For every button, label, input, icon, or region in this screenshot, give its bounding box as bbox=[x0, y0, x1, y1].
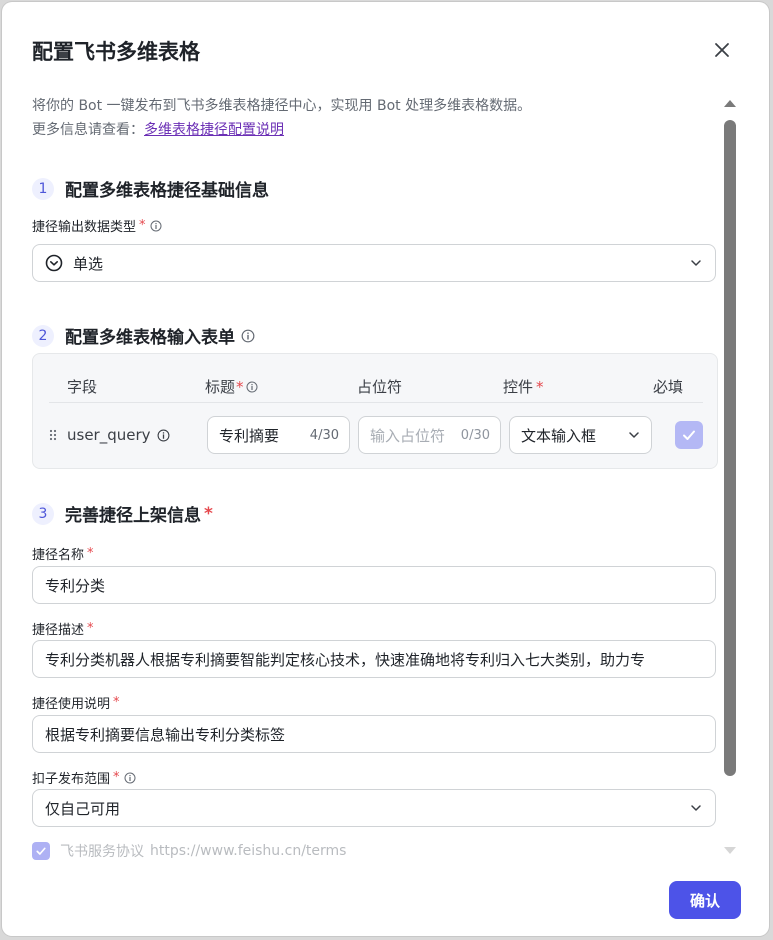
chevron-down-icon bbox=[689, 801, 703, 819]
column-header-required: 必填 bbox=[653, 378, 684, 396]
section-3-header: 3 完善捷径上架信息 * bbox=[32, 501, 213, 526]
column-header-control: 控件 * bbox=[503, 377, 544, 397]
step-badge-1: 1 bbox=[32, 177, 54, 200]
scroll-down-arrow-icon bbox=[724, 847, 736, 854]
publish-scope-label: 扣子发布范围 * bbox=[32, 768, 136, 787]
title-char-count: 4/30 bbox=[309, 427, 339, 443]
info-icon[interactable] bbox=[124, 772, 136, 784]
section-3-title: 完善捷径上架信息 bbox=[65, 506, 201, 526]
single-select-icon bbox=[45, 254, 63, 272]
info-icon[interactable] bbox=[157, 429, 170, 442]
step-badge-3: 3 bbox=[32, 502, 54, 525]
required-checkbox[interactable] bbox=[675, 421, 703, 449]
feishu-bitable-config-dialog: 配置飞书多维表格 将你的 Bot 一键发布到飞书多维表格捷径中心，实现用 Bot… bbox=[2, 2, 769, 936]
info-icon[interactable] bbox=[150, 220, 162, 232]
section-2-header: 2 配置多维表格输入表单 bbox=[32, 323, 255, 348]
info-icon[interactable] bbox=[246, 381, 258, 393]
description-line-2: 更多信息请查看：多维表格捷径配置说明 bbox=[32, 118, 531, 142]
terms-checkbox[interactable] bbox=[32, 842, 50, 860]
info-icon[interactable] bbox=[241, 329, 255, 343]
description-prefix: 更多信息请查看： bbox=[32, 122, 144, 138]
control-type-select[interactable]: 文本输入框 bbox=[509, 416, 652, 454]
terms-label: 飞书服务协议 bbox=[60, 844, 144, 860]
chevron-down-icon bbox=[627, 428, 641, 442]
title-input[interactable]: 专利摘要 4/30 bbox=[207, 416, 350, 454]
terms-row: 飞书服务协议 https://www.feishu.cn/terms bbox=[32, 841, 346, 861]
output-type-select[interactable]: 单选 bbox=[32, 244, 716, 282]
scrollbar[interactable] bbox=[721, 98, 739, 858]
chevron-down-icon bbox=[689, 256, 703, 274]
dialog-description: 将你的 Bot 一键发布到飞书多维表格捷径中心，实现用 Bot 处理多维表格数据… bbox=[32, 94, 531, 142]
dialog-title: 配置飞书多维表格 bbox=[32, 40, 200, 64]
shortcut-desc-label: 捷径描述 * bbox=[32, 621, 94, 638]
check-icon bbox=[683, 430, 695, 440]
description-line-1: 将你的 Bot 一键发布到飞书多维表格捷径中心，实现用 Bot 处理多维表格数据… bbox=[32, 98, 532, 114]
step-badge-2: 2 bbox=[32, 324, 54, 347]
scrollbar-thumb[interactable] bbox=[724, 120, 736, 776]
confirm-button[interactable]: 确认 bbox=[669, 881, 741, 919]
shortcut-usage-label: 捷径使用说明 * bbox=[32, 695, 120, 712]
close-icon[interactable] bbox=[708, 36, 736, 64]
drag-handle-icon[interactable] bbox=[49, 429, 57, 441]
column-header-field: 字段 bbox=[67, 378, 98, 396]
scroll-up-arrow-icon bbox=[724, 100, 736, 107]
shortcut-name-input[interactable]: 专利分类 bbox=[32, 566, 716, 604]
section-1-header: 1 配置多维表格捷径基础信息 bbox=[32, 176, 269, 201]
section-2-title: 配置多维表格输入表单 bbox=[65, 328, 235, 348]
dialog-body: 将你的 Bot 一键发布到飞书多维表格捷径中心，实现用 Bot 处理多维表格数据… bbox=[2, 82, 722, 872]
shortcut-name-label: 捷径名称 * bbox=[32, 546, 94, 563]
output-type-label: 捷径输出数据类型 * bbox=[32, 216, 162, 235]
shortcut-usage-input[interactable]: 根据专利摘要信息输出专利分类标签 bbox=[32, 715, 716, 753]
input-form-table: 字段 标题* 占位符 控件* 必填 user_query 专利摘要 4/30 bbox=[32, 353, 718, 469]
section-1-title: 配置多维表格捷径基础信息 bbox=[65, 181, 269, 201]
check-icon bbox=[36, 847, 46, 855]
placeholder-input[interactable]: 输入占位符 0/30 bbox=[358, 416, 501, 454]
output-type-value: 单选 bbox=[73, 254, 104, 273]
table-divider bbox=[49, 402, 703, 403]
config-guide-link[interactable]: 多维表格捷径配置说明 bbox=[144, 122, 284, 138]
field-name: user_query bbox=[67, 426, 170, 444]
publish-scope-select[interactable]: 仅自己可用 bbox=[32, 789, 716, 827]
shortcut-desc-input[interactable]: 专利分类机器人根据专利摘要智能判定核心技术，快速准确地将专利归入七大类别，助力专 bbox=[32, 640, 716, 678]
column-header-placeholder: 占位符 bbox=[357, 378, 403, 396]
terms-link[interactable]: https://www.feishu.cn/terms bbox=[150, 843, 346, 859]
column-header-title: 标题 * bbox=[205, 376, 258, 397]
placeholder-char-count: 0/30 bbox=[460, 427, 490, 443]
